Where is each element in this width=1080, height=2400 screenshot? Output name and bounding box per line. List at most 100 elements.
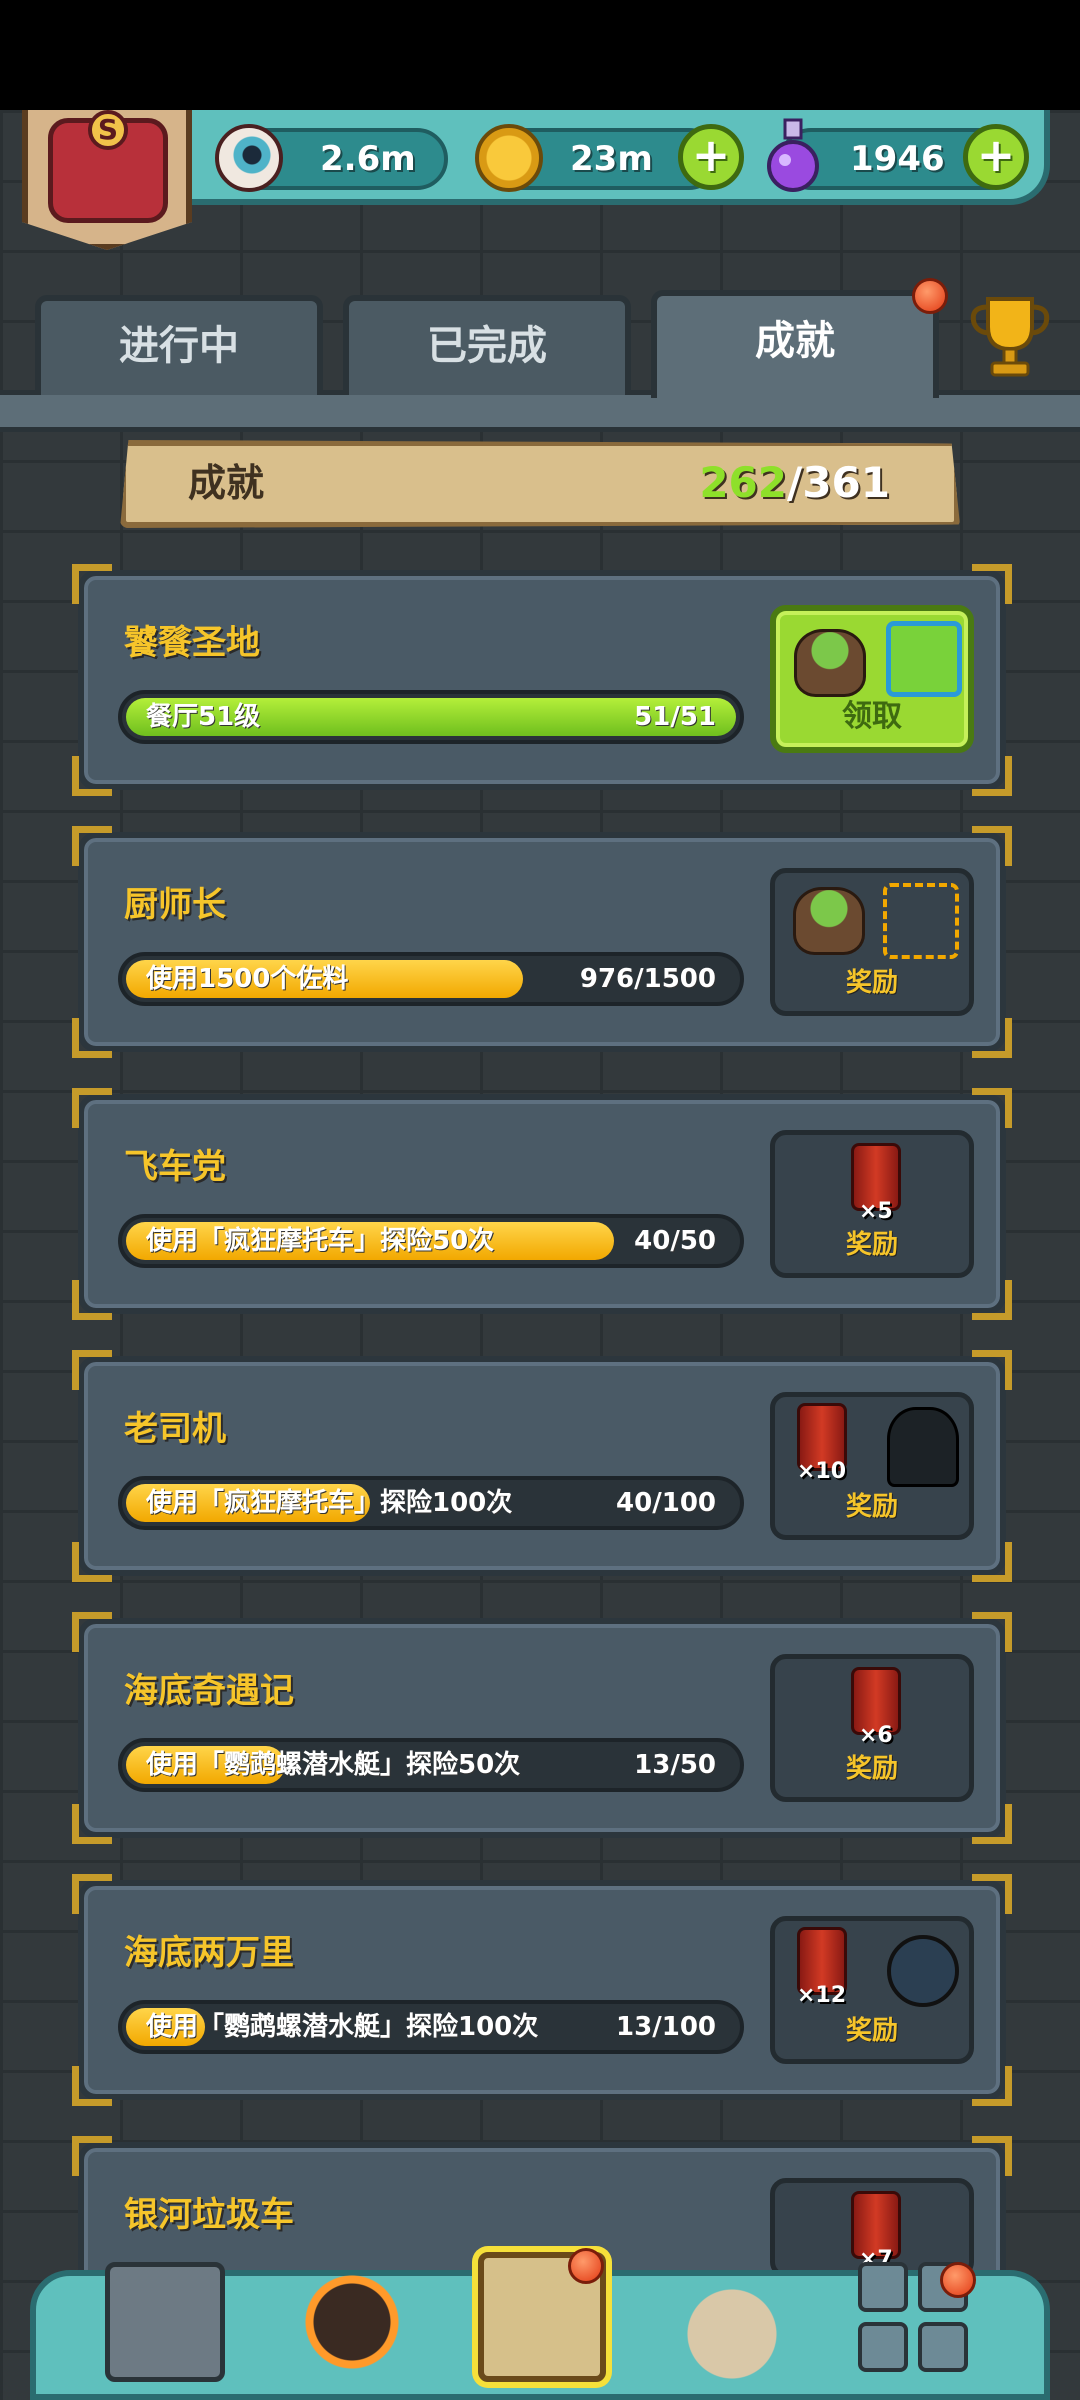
coins-value: 23m bbox=[570, 139, 653, 179]
achievement-title: 海底两万里 bbox=[124, 1933, 294, 1973]
card-corner bbox=[72, 1542, 112, 1582]
task-label: 使用「疯狂摩托车」探险100次 bbox=[146, 1488, 513, 1518]
claim-label: 领取 bbox=[842, 699, 902, 734]
rank-s-icon: S bbox=[88, 110, 128, 150]
tab-achievements[interactable]: 成就 bbox=[651, 290, 939, 398]
task-label: 使用「鹦鹉螺潜水艇」探险50次 bbox=[146, 1750, 521, 1780]
reward-box[interactable]: ×6 奖励 bbox=[770, 1654, 974, 1802]
card-corner bbox=[972, 826, 1012, 866]
achievements-completed: 262 bbox=[699, 458, 787, 507]
reward-slot-icon bbox=[883, 883, 959, 959]
potion-icon bbox=[767, 118, 819, 192]
progress-bar: 餐厅51级 51/51 bbox=[118, 690, 744, 744]
task-label: 使用「疯狂摩托车」探险50次 bbox=[146, 1226, 495, 1256]
eye-icon bbox=[215, 124, 283, 192]
card-corner bbox=[72, 1874, 112, 1914]
task-label: 餐厅51级 bbox=[146, 702, 261, 732]
bag-icon[interactable] bbox=[672, 2262, 792, 2382]
card-corner bbox=[972, 1612, 1012, 1652]
reward-label: 奖励 bbox=[845, 2016, 898, 2046]
add-potions-button[interactable]: + bbox=[963, 124, 1029, 190]
progress-bar: 使用「鹦鹉螺潜水艇」探险100次 13/100 bbox=[118, 2000, 744, 2054]
rock-icon bbox=[793, 887, 865, 955]
add-coins-button[interactable]: + bbox=[678, 124, 744, 190]
card-corner bbox=[72, 1018, 112, 1058]
grid-cell bbox=[858, 2322, 908, 2372]
reward-box[interactable]: ×5 奖励 bbox=[770, 1130, 974, 1278]
progress-text: 13/50 bbox=[634, 1750, 716, 1780]
rock-icon bbox=[794, 629, 866, 697]
barrel-count: ×12 bbox=[797, 1983, 847, 2008]
reward-label: 奖励 bbox=[845, 1754, 898, 1784]
achievement-title: 饕餮圣地 bbox=[124, 623, 260, 663]
achievement-title: 银河垃圾车 bbox=[124, 2195, 294, 2235]
achievement-title: 老司机 bbox=[124, 1409, 226, 1449]
card-corner bbox=[972, 1280, 1012, 1320]
robot-icon bbox=[887, 1935, 959, 2007]
claim-button[interactable]: 领取 bbox=[770, 605, 974, 753]
progress-text: 40/100 bbox=[616, 1488, 716, 1518]
trophy-icon[interactable] bbox=[960, 285, 1060, 385]
progress-text: 51/51 bbox=[634, 702, 716, 732]
reward-box[interactable]: 奖励 bbox=[770, 868, 974, 1016]
shop-icon[interactable] bbox=[105, 2262, 225, 2382]
card-corner bbox=[972, 1804, 1012, 1844]
tab-in-progress[interactable]: 进行中 bbox=[35, 295, 323, 395]
card-corner bbox=[72, 1804, 112, 1844]
coin-icon bbox=[475, 124, 543, 192]
achievement-title: 海底奇遇记 bbox=[124, 1671, 294, 1711]
card-corner bbox=[72, 2136, 112, 2176]
progress-bar: 使用1500个佐料 976/1500 bbox=[118, 952, 744, 1006]
eyes-value: 2.6m bbox=[320, 139, 416, 179]
card-corner bbox=[72, 756, 112, 796]
task-label: 使用「鹦鹉螺潜水艇」探险100次 bbox=[146, 2012, 539, 2042]
grid-cell bbox=[918, 2322, 968, 2372]
card-corner bbox=[972, 564, 1012, 604]
progress-text: 13/100 bbox=[616, 2012, 716, 2042]
achievements-total: /361 bbox=[786, 458, 890, 507]
reward-slot-icon bbox=[886, 621, 962, 697]
card-corner bbox=[72, 1612, 112, 1652]
notification-dot bbox=[568, 2248, 604, 2284]
achievement-title: 厨师长 bbox=[124, 885, 226, 925]
card-corner bbox=[972, 1018, 1012, 1058]
progress-bar: 使用「鹦鹉螺潜水艇」探险50次 13/50 bbox=[118, 1738, 744, 1792]
card-corner bbox=[72, 564, 112, 604]
achievements-count: 262/361 bbox=[699, 452, 890, 514]
tab-completed[interactable]: 已完成 bbox=[343, 295, 631, 395]
card-corner bbox=[972, 756, 1012, 796]
reward-label: 奖励 bbox=[845, 1230, 898, 1260]
reward-box[interactable]: ×10 奖励 bbox=[770, 1392, 974, 1540]
reward-label: 奖励 bbox=[845, 968, 898, 998]
barrel-count: ×10 bbox=[797, 1459, 847, 1484]
notification-dot bbox=[940, 2262, 976, 2298]
card-corner bbox=[72, 826, 112, 866]
grid-cell bbox=[858, 2262, 908, 2312]
reward-label: 奖励 bbox=[845, 1492, 898, 1522]
card-corner bbox=[972, 1874, 1012, 1914]
status-bar bbox=[0, 0, 1080, 110]
card-corner bbox=[72, 1088, 112, 1128]
potions-value: 1946 bbox=[850, 139, 945, 179]
card-corner bbox=[972, 1088, 1012, 1128]
notification-dot bbox=[912, 278, 948, 314]
card-corner bbox=[972, 1542, 1012, 1582]
card-corner bbox=[972, 2136, 1012, 2176]
card-corner bbox=[972, 2066, 1012, 2106]
monster-icon[interactable] bbox=[292, 2262, 412, 2382]
card-corner bbox=[972, 1350, 1012, 1390]
card-corner bbox=[72, 2066, 112, 2106]
card-corner bbox=[72, 1280, 112, 1320]
progress-text: 40/50 bbox=[634, 1226, 716, 1256]
task-label: 使用1500个佐料 bbox=[146, 964, 349, 994]
achievements-title: 成就 bbox=[188, 461, 265, 505]
achievement-title: 飞车党 bbox=[124, 1147, 226, 1187]
card-corner bbox=[72, 1350, 112, 1390]
reward-box[interactable]: ×12 奖励 bbox=[770, 1916, 974, 2064]
barrel-count: ×6 bbox=[859, 1723, 893, 1748]
progress-text: 976/1500 bbox=[579, 964, 716, 994]
barrel-count: ×5 bbox=[859, 1199, 893, 1224]
ghost-monster-icon bbox=[887, 1407, 959, 1487]
progress-bar: 使用「疯狂摩托车」探险100次 40/100 bbox=[118, 1476, 744, 1530]
progress-bar: 使用「疯狂摩托车」探险50次 40/50 bbox=[118, 1214, 744, 1268]
